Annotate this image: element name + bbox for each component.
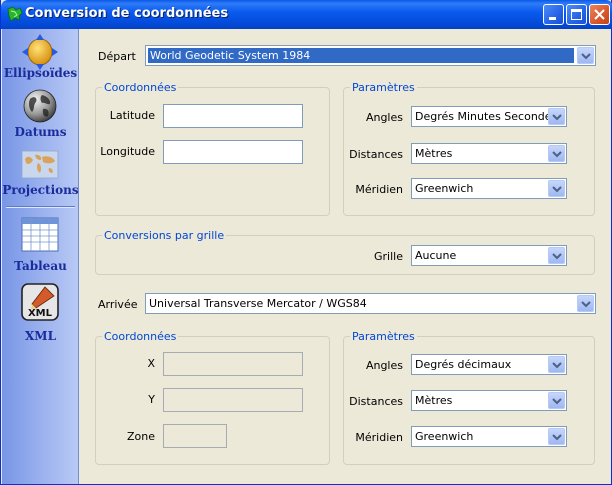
y-output-field: [163, 388, 303, 412]
dropdown-button[interactable]: [548, 145, 565, 162]
select-value: Degrés Minutes Secondes: [415, 110, 558, 123]
departure-label: Départ: [98, 50, 136, 63]
departure-angles-select[interactable]: Degrés Minutes Secondes: [411, 106, 567, 127]
group-title: Coordonnées: [102, 330, 179, 343]
globe-icon: [23, 89, 57, 123]
departure-datum-select[interactable]: World Geodetic System 1984: [145, 45, 596, 66]
distances-label: Distances: [349, 148, 403, 161]
dropdown-button[interactable]: [577, 47, 594, 64]
table-icon: [21, 217, 59, 252]
chevron-down-icon: [552, 253, 562, 260]
chevron-down-icon: [552, 151, 562, 158]
departure-datum-value: World Geodetic System 1984: [148, 48, 574, 63]
arrival-projection-select[interactable]: Universal Transverse Mercator / WGS84: [145, 293, 596, 314]
latitude-label: Latitude: [109, 109, 155, 122]
longitude-input[interactable]: [163, 140, 303, 164]
chevron-down-icon: [552, 434, 562, 441]
select-value: Greenwich: [415, 182, 474, 195]
grid-label: Grille: [374, 250, 403, 263]
title-bar[interactable]: Conversion de coordonnées: [1, 0, 612, 29]
select-value: Greenwich: [415, 430, 474, 443]
y-label: Y: [148, 393, 155, 406]
sidebar-item-ellipsoids[interactable]: Ellipsoïdes: [2, 33, 79, 85]
sidebar-item-xml[interactable]: XML XML: [2, 283, 79, 343]
dropdown-button[interactable]: [548, 180, 565, 197]
latitude-input[interactable]: [163, 104, 303, 128]
dropdown-button[interactable]: [548, 356, 565, 373]
close-icon: [594, 9, 605, 20]
dropdown-button[interactable]: [548, 247, 565, 264]
zone-label: Zone: [126, 430, 155, 443]
angles-label: Angles: [365, 111, 403, 124]
longitude-label: Longitude: [100, 145, 155, 158]
select-value: Degrés décimaux: [415, 358, 512, 371]
sidebar-item-table[interactable]: Tableau: [2, 216, 79, 274]
sidebar-item-label: Ellipsoïdes: [3, 66, 78, 80]
arrival-projection-value: Universal Transverse Mercator / WGS84: [149, 297, 367, 310]
chevron-down-icon: [552, 398, 562, 405]
x-output-field: [163, 352, 303, 376]
select-value: Aucune: [415, 249, 457, 262]
chevron-down-icon: [581, 301, 591, 308]
dropdown-button[interactable]: [548, 428, 565, 445]
group-title: Conversions par grille: [102, 229, 227, 242]
sidebar-item-label: Datums: [14, 125, 67, 139]
arrival-meridian-select[interactable]: Greenwich: [411, 426, 567, 447]
window-title: Conversion de coordonnées: [25, 6, 229, 21]
departure-distances-select[interactable]: Mètres: [411, 143, 567, 164]
sidebar-divider: [6, 206, 75, 208]
dropdown-button[interactable]: [548, 392, 565, 409]
xml-icon: XML: [21, 283, 59, 321]
meridian-label: Méridien: [355, 183, 403, 196]
svg-text:XML: XML: [28, 308, 53, 319]
group-title: Paramètres: [350, 81, 417, 94]
departure-meridian-select[interactable]: Greenwich: [411, 178, 567, 199]
close-button[interactable]: [589, 4, 610, 25]
zone-output-field: [163, 424, 227, 448]
minimize-button[interactable]: [543, 4, 564, 25]
sidebar-item-label: Projections: [2, 183, 79, 197]
sidebar-item-label: Tableau: [14, 259, 67, 273]
maximize-button[interactable]: [566, 4, 587, 25]
chevron-down-icon: [552, 186, 562, 193]
group-title: Paramètres: [350, 330, 417, 343]
sidebar: Ellipsoïdes Datums Projections Tableau X…: [2, 29, 79, 484]
map-icon: [21, 150, 59, 179]
chevron-down-icon: [581, 53, 591, 60]
app-icon: [7, 6, 23, 22]
arrival-angles-select[interactable]: Degrés décimaux: [411, 354, 567, 375]
main-window: Conversion de coordonnées Ellipsoïdes Da…: [0, 0, 612, 485]
meridian-label: Méridien: [355, 431, 403, 444]
dropdown-button[interactable]: [548, 108, 565, 125]
arrival-distances-select[interactable]: Mètres: [411, 390, 567, 411]
arrival-label: Arrivée: [98, 298, 138, 311]
chevron-down-icon: [552, 362, 562, 369]
angles-label: Angles: [365, 359, 403, 372]
dropdown-button[interactable]: [577, 295, 594, 312]
chevron-down-icon: [552, 114, 562, 121]
sidebar-item-label: XML: [24, 329, 57, 343]
minimize-icon: [549, 17, 556, 20]
select-value: Mètres: [415, 394, 453, 407]
maximize-icon: [571, 9, 582, 20]
distances-label: Distances: [349, 395, 403, 408]
group-title: Coordonnées: [102, 81, 179, 94]
sidebar-item-datums[interactable]: Datums: [2, 87, 79, 141]
grid-select[interactable]: Aucune: [411, 245, 567, 266]
x-label: X: [147, 357, 155, 370]
sidebar-item-projections[interactable]: Projections: [2, 145, 79, 201]
select-value: Mètres: [415, 147, 453, 160]
